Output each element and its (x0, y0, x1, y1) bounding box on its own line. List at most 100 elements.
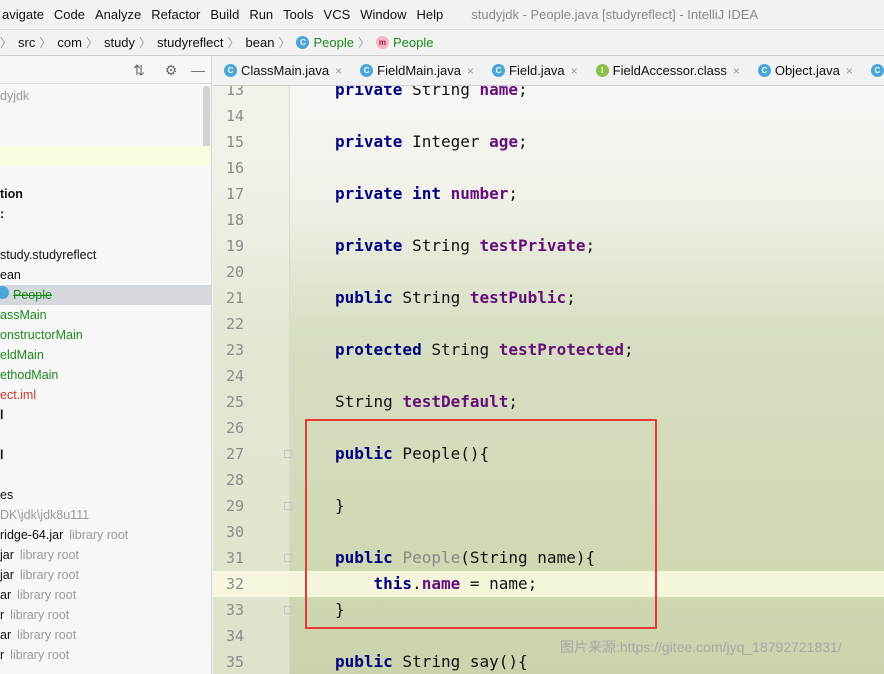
line-number: 19 (225, 237, 244, 255)
gear-icon[interactable]: ⚙ (163, 62, 179, 78)
code-line[interactable]: 22 (213, 311, 884, 337)
editor-tab[interactable]: C FieldMain.java × (349, 56, 481, 85)
code-line[interactable]: 32 this.name = name; (213, 571, 884, 597)
menu-window[interactable]: Window (354, 7, 412, 22)
menu-refactor[interactable]: Refactor (145, 7, 206, 22)
fold-marker-icon[interactable] (284, 554, 292, 562)
tree-item[interactable]: ect.iml (0, 385, 211, 405)
minimize-icon[interactable]: — (190, 62, 206, 78)
fold-marker-icon[interactable] (284, 450, 292, 458)
tree-item[interactable]: study.studyreflect (0, 245, 211, 265)
menu-help[interactable]: Help (411, 7, 450, 22)
fold-marker-icon[interactable] (284, 502, 292, 510)
code-text: public String testPublic; (335, 288, 576, 307)
tree-item[interactable]: onstructorMain (0, 325, 211, 345)
code-line[interactable]: 19 private String testPrivate; (213, 233, 884, 259)
code-line[interactable]: 16 (213, 155, 884, 181)
tree-item[interactable]: ethodMain (0, 365, 211, 385)
close-icon[interactable]: × (335, 64, 342, 78)
code-line[interactable]: 30 (213, 519, 884, 545)
editor-tab[interactable]: C Field.java × (481, 56, 585, 85)
line-number: 24 (225, 367, 244, 385)
breadcrumb-item-method[interactable]: m People (375, 35, 433, 50)
watermark: 图片来源:https://gitee.com/jyq_18792721831/ (560, 639, 842, 655)
breadcrumb-item-study[interactable]: study (104, 35, 135, 50)
breadcrumb-item-studyreflect[interactable]: studyreflect (157, 35, 223, 50)
tree-item[interactable]: es (0, 485, 211, 505)
menu-avigate[interactable]: avigate (0, 7, 50, 22)
tree-item-label: eldMain (0, 348, 44, 362)
tree-item[interactable]: l (0, 405, 211, 425)
tree-item[interactable] (0, 146, 211, 166)
code-text: String testDefault; (335, 392, 519, 411)
tree-item[interactable]: eldMain (0, 345, 211, 365)
menu-analyze[interactable]: Analyze (89, 7, 147, 22)
editor-tab[interactable]: C Object.java × (747, 56, 860, 85)
tree-item[interactable]: ean (0, 265, 211, 285)
line-number: 28 (225, 471, 244, 489)
code-line[interactable]: 33} (213, 597, 884, 623)
breadcrumb-item-com[interactable]: com (57, 35, 82, 50)
menu-run[interactable]: Run (243, 7, 279, 22)
menu-vcs[interactable]: VCS (318, 7, 357, 22)
close-icon[interactable]: × (733, 64, 740, 78)
library-root-label: library root (69, 528, 129, 542)
editor-tab[interactable]: C ClassMain.java × (213, 56, 349, 85)
code-line[interactable]: 26 (213, 415, 884, 441)
fold-marker-icon[interactable] (284, 606, 292, 614)
code-line[interactable]: 20 (213, 259, 884, 285)
menu-code[interactable]: Code (48, 7, 91, 22)
menu-tools[interactable]: Tools (277, 7, 319, 22)
line-number: 29 (225, 497, 244, 515)
code-line[interactable]: 18 (213, 207, 884, 233)
tree-item-label: dyjdk (0, 89, 30, 103)
library-root-label: library root (19, 548, 79, 562)
tree-item-label: es (0, 488, 14, 502)
breadcrumb-item-src[interactable]: src (18, 35, 35, 50)
code-line[interactable]: 21 public String testPublic; (213, 285, 884, 311)
code-line[interactable]: 28 (213, 467, 884, 493)
editor-tab[interactable]: I FieldAccessor.class × (585, 56, 747, 85)
code-line[interactable]: 14 (213, 103, 884, 129)
code-text: this.name = name; (373, 574, 538, 593)
close-icon[interactable]: × (571, 64, 578, 78)
line-number: 32 (225, 575, 244, 593)
line-number: 17 (225, 185, 244, 203)
editor-tab[interactable]: CM (860, 56, 884, 85)
code-line[interactable]: 29} (213, 493, 884, 519)
breadcrumb-item-bean[interactable]: bean (246, 35, 275, 50)
line-number: 22 (225, 315, 244, 333)
library-root-label: library root (10, 648, 70, 662)
tree-item[interactable]: ar library root (0, 585, 211, 605)
tree-item[interactable]: DK\jdk\jdk8u111 (0, 505, 211, 525)
code-line[interactable]: 17 private int number; (213, 181, 884, 207)
tree-item[interactable]: r library root (0, 605, 211, 625)
code-line[interactable]: 13 private String name; (213, 86, 884, 103)
tree-item-label: l (0, 448, 4, 462)
tree-item[interactable]: jar library root (0, 565, 211, 585)
code-editor[interactable]: 13 private String name; 14 15 private Intege… (213, 86, 884, 674)
collapse-all-icon[interactable]: ⇅ (131, 62, 147, 78)
code-line[interactable]: 23 protected String testProtected; (213, 337, 884, 363)
tree-item[interactable]: assMain (0, 305, 211, 325)
menu-build[interactable]: Build (204, 7, 245, 22)
code-line[interactable]: 25 String testDefault; (213, 389, 884, 415)
tree-item[interactable]: jar library root (0, 545, 211, 565)
tree-item[interactable]: People (0, 285, 211, 305)
close-icon[interactable]: × (467, 64, 474, 78)
code-line[interactable]: 31 public People(String name){ (213, 545, 884, 571)
close-icon[interactable]: × (846, 64, 853, 78)
tree-item[interactable]: ar library root (0, 625, 211, 645)
class-icon: C (360, 64, 374, 77)
tree-item[interactable]: ridge-64.jar library root (0, 525, 211, 545)
tree-item[interactable]: tion (0, 184, 211, 204)
code-line[interactable]: 27 public People(){ (213, 441, 884, 467)
tree-item[interactable]: r library root (0, 645, 211, 665)
code-line[interactable]: 15 private Integer age; (213, 129, 884, 155)
line-number: 27 (225, 445, 244, 463)
code-line[interactable]: 24 (213, 363, 884, 389)
breadcrumb-item-class[interactable]: C People (296, 35, 354, 50)
tree-item[interactable]: : (0, 204, 211, 224)
tree-item[interactable]: dyjdk (0, 86, 211, 106)
tree-item[interactable]: l (0, 445, 211, 465)
